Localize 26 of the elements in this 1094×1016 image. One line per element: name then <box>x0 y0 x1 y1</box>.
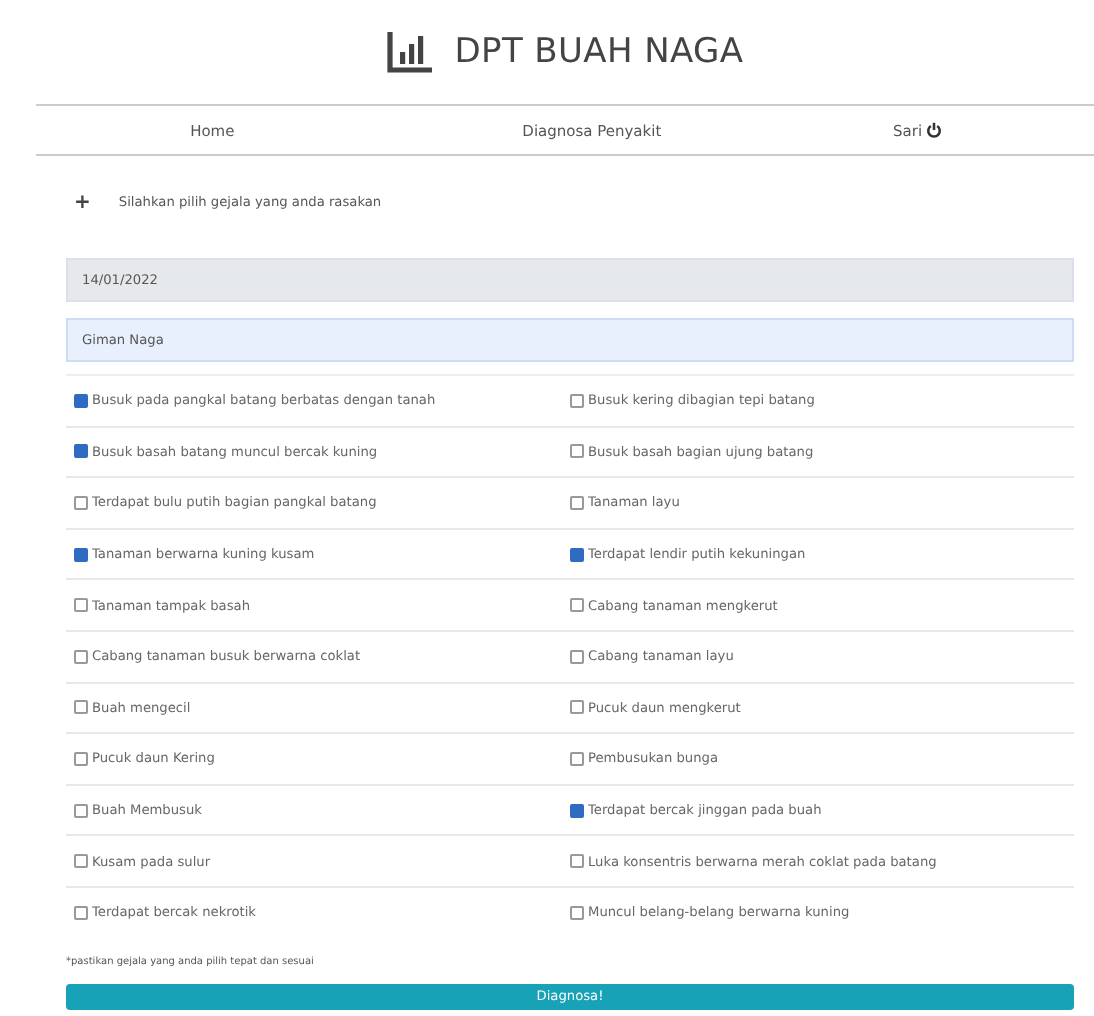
chart-icon <box>386 30 435 74</box>
checkbox[interactable] <box>570 803 584 818</box>
checkbox[interactable] <box>570 547 584 562</box>
checkbox[interactable] <box>74 495 88 510</box>
checkbox[interactable] <box>570 854 584 869</box>
checkbox[interactable] <box>74 751 88 766</box>
app-title: DPT BUAH NAGA <box>454 32 744 72</box>
checkbox[interactable] <box>74 649 88 664</box>
checkbox[interactable] <box>74 854 88 869</box>
checkbox[interactable] <box>74 803 88 818</box>
checkbox[interactable] <box>74 444 88 459</box>
checkbox[interactable] <box>74 700 88 715</box>
checkbox[interactable] <box>74 598 88 613</box>
checkbox[interactable] <box>570 444 584 459</box>
checkbox[interactable] <box>570 751 584 766</box>
power-icon <box>926 122 943 138</box>
checkbox[interactable] <box>570 905 584 920</box>
checkbox[interactable] <box>74 547 88 562</box>
checkbox[interactable] <box>570 649 584 664</box>
checkbox[interactable] <box>570 393 584 408</box>
checkbox[interactable] <box>570 598 584 613</box>
checkbox[interactable] <box>570 700 584 715</box>
checkbox[interactable] <box>570 495 584 510</box>
checkbox[interactable] <box>74 905 88 920</box>
checkbox[interactable] <box>74 393 88 408</box>
plus-icon: + <box>74 191 91 213</box>
